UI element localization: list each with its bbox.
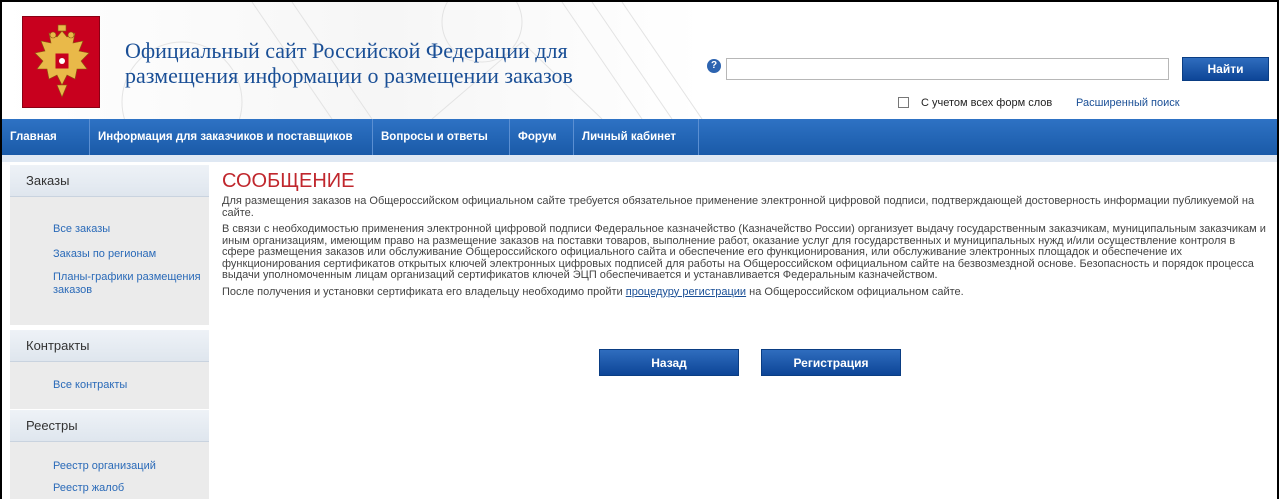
sidebar-header-contracts[interactable]: Контракты xyxy=(10,330,209,362)
sidebar-link-complaints-registry[interactable]: Реестр жалоб xyxy=(10,482,209,494)
main-content: СООБЩЕНИЕ Для размещения заказов на Обще… xyxy=(222,170,1268,303)
coat-of-arms-icon xyxy=(34,24,90,98)
sidebar-section-contracts: Контракты Все контракты xyxy=(10,330,209,409)
sidebar-link-all-contracts[interactable]: Все контракты xyxy=(10,379,209,391)
sidebar-header-registries[interactable]: Реестры xyxy=(10,410,209,442)
message-paragraph-2: В связи с необходимостью применения элек… xyxy=(222,223,1266,281)
site-title: Официальный сайт Российской Федерации дл… xyxy=(125,38,573,88)
nav-item-forum[interactable]: Форум xyxy=(510,119,574,155)
sidebar: Заказы Все заказы Заказы по регионам Пла… xyxy=(2,165,209,499)
help-icon[interactable]: ? xyxy=(707,59,721,73)
sidebar-link-all-orders[interactable]: Все заказы xyxy=(10,223,209,235)
register-button[interactable]: Регистрация xyxy=(761,349,901,376)
sidebar-section-registries: Реестры Реестр организаций Реестр жалоб xyxy=(10,410,209,499)
nav-item-personal-account[interactable]: Личный кабинет xyxy=(574,119,699,155)
sidebar-link-orders-by-region[interactable]: Заказы по регионам xyxy=(10,248,209,260)
nav-item-home[interactable]: Главная xyxy=(2,119,90,155)
page-title: СООБЩЕНИЕ xyxy=(222,170,355,192)
nav-underline-strip xyxy=(2,155,1277,162)
sidebar-link-plan-schedules-cont[interactable]: заказов xyxy=(10,284,209,297)
sidebar-link-org-registry[interactable]: Реестр организаций xyxy=(10,460,209,472)
message-paragraph-3: После получения и установки сертификата … xyxy=(222,285,1268,299)
site-title-line1: Официальный сайт Российской Федерации дл… xyxy=(125,38,568,63)
search-input[interactable] xyxy=(726,58,1169,80)
nav-item-customers-suppliers[interactable]: Информация для заказчиков и поставщиков xyxy=(90,119,373,155)
sidebar-section-orders: Заказы Все заказы Заказы по регионам Пла… xyxy=(10,165,209,325)
search-button[interactable]: Найти xyxy=(1182,57,1269,81)
wordforms-label: С учетом всех форм слов xyxy=(921,97,1053,109)
wordforms-checkbox[interactable] xyxy=(898,97,909,108)
registration-procedure-link[interactable]: процедуру регистрации xyxy=(626,286,746,298)
sidebar-body-registries: Реестр организаций Реестр жалоб xyxy=(10,442,209,499)
paragraph-3-text-before: После получения и установки сертификата … xyxy=(222,285,626,298)
site-header: Официальный сайт Российской Федерации дл… xyxy=(2,2,1277,119)
sidebar-link-plan-schedules[interactable]: Планы-графики размещения xyxy=(10,271,209,284)
message-paragraph-1: Для размещения заказов на Общероссийском… xyxy=(222,195,1255,219)
sidebar-body-contracts: Все контракты xyxy=(10,362,209,409)
main-nav: Главная Информация для заказчиков и пост… xyxy=(2,119,1277,155)
sidebar-body-orders: Все заказы Заказы по регионам Планы-граф… xyxy=(10,197,209,325)
emblem-logo[interactable] xyxy=(22,16,100,108)
nav-item-faq[interactable]: Вопросы и ответы xyxy=(373,119,510,155)
advanced-search-link[interactable]: Расширенный поиск xyxy=(1076,97,1180,109)
sidebar-header-orders[interactable]: Заказы xyxy=(10,165,209,197)
paragraph-3-text-after: на Общероссийском официальном сайте. xyxy=(746,285,964,298)
back-button[interactable]: Назад xyxy=(599,349,739,376)
site-title-line2: размещения информации о размещении заказ… xyxy=(125,63,573,88)
